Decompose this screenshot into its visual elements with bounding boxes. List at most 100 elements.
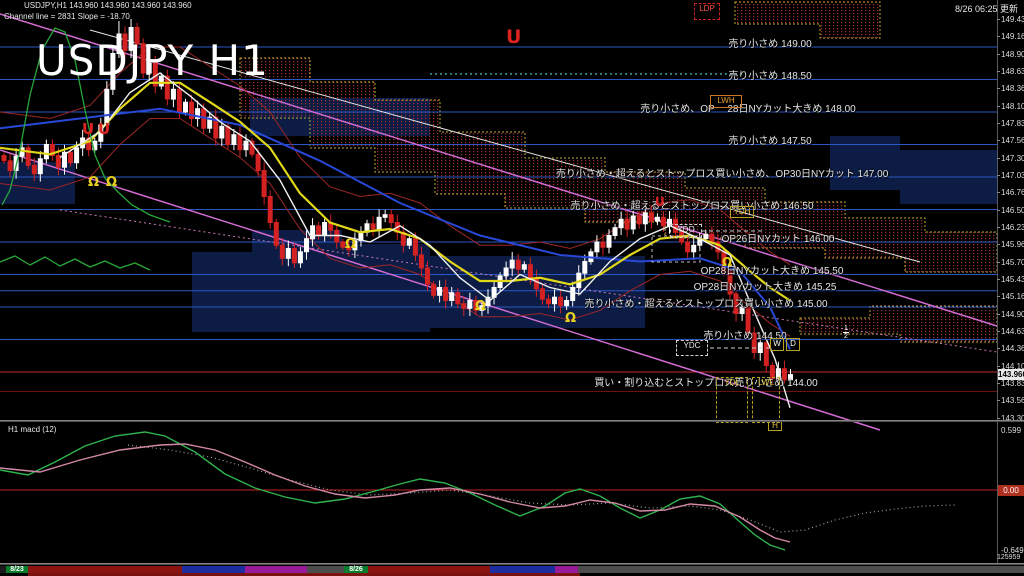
session-segment: 8/26 — [344, 566, 368, 573]
candle-body — [510, 260, 514, 268]
candle-body — [522, 265, 526, 270]
candle-body — [468, 301, 472, 309]
marker-box-ydl: YDL — [716, 377, 748, 423]
candle-body — [686, 242, 690, 252]
axis-tick — [997, 348, 1000, 349]
candle-body — [547, 299, 551, 304]
price-axis-label: 149.430 — [1001, 15, 1024, 24]
sell-signal-icon: U — [506, 28, 521, 47]
candle-body — [565, 301, 569, 306]
price-axis-label: 148.900 — [1001, 50, 1024, 59]
buy-signal-icon: Ω — [475, 300, 486, 313]
candle-body — [8, 161, 12, 171]
session-segment — [28, 566, 182, 573]
price-axis-label: 145.435 — [1001, 275, 1024, 284]
candle-body — [44, 145, 48, 159]
candle-body — [607, 236, 611, 248]
level-annotation: 売り小さめ、OP 28日NYカット大きめ 148.00 — [640, 100, 855, 115]
candle-body — [220, 126, 224, 138]
macd-main-line — [0, 432, 785, 550]
axis-tick — [997, 418, 1000, 419]
candle-body — [643, 213, 647, 224]
axis-tick — [997, 383, 1000, 384]
fraction-top: 1 — [843, 325, 849, 333]
candle-body — [438, 288, 442, 296]
axis-separator-line — [997, 0, 998, 563]
candle-body — [383, 215, 387, 218]
candle-body — [655, 217, 659, 221]
buy-signal-icon: Ω — [88, 176, 99, 189]
candle-body — [595, 242, 599, 252]
price-axis-label: 147.835 — [1001, 119, 1024, 128]
axis-tick — [997, 244, 1000, 245]
session-segment — [182, 566, 245, 573]
panel-separator-upper[interactable] — [0, 420, 1024, 422]
axis-tick — [997, 279, 1000, 280]
price-axis-label: 146.765 — [1001, 188, 1024, 197]
axis-tick — [997, 175, 1000, 176]
half-fraction-marker: 12 — [843, 325, 849, 340]
candle-body — [298, 252, 302, 263]
panel-separator-lower[interactable] — [0, 563, 1024, 565]
trading-chart-window: USDJPY,H1 143.960 143.960 143.960 143.96… — [0, 0, 1024, 576]
buy-signal-icon: Ω — [722, 256, 732, 268]
candle-body — [534, 278, 538, 289]
symbol-ohlc-line: USDJPY,H1 143.960 143.960 143.960 143.96… — [24, 1, 192, 10]
buy-signal-icon: Ω — [345, 238, 356, 251]
indicator-axis-top: 0.599 — [1001, 426, 1021, 435]
axis-tick — [997, 54, 1000, 55]
candle-body — [413, 239, 417, 255]
candle-body — [625, 219, 629, 229]
axis-tick — [997, 192, 1000, 193]
candle-body — [377, 217, 381, 229]
candle-body — [692, 245, 696, 252]
channel-info-line: Channel line = 2831 Slope = -18.70 — [4, 12, 130, 21]
sell-signal-icon: U — [655, 196, 665, 208]
level-annotation: 売り小さめ 147.50 — [728, 132, 811, 147]
axis-tick — [997, 400, 1000, 401]
candle-body — [38, 159, 42, 174]
candle-body — [559, 297, 563, 305]
axis-tick — [997, 262, 1000, 263]
candle-body — [504, 268, 508, 276]
axis-tick — [997, 366, 1000, 367]
watermark-title: USDJPY H1 — [36, 36, 269, 85]
axis-tick — [997, 314, 1000, 315]
sell-signal-icon: U — [98, 122, 110, 137]
candle-body — [619, 219, 623, 227]
candle-body — [32, 165, 36, 173]
level-annotation: 売り小さめ・超えるとストップロス買い小さめ 145.00 — [584, 295, 827, 310]
axis-tick — [997, 88, 1000, 89]
session-segment — [490, 566, 555, 573]
session-timeline-bar: 8/23 8/26 — [0, 566, 1024, 573]
candle-body — [419, 255, 423, 268]
candle-body — [2, 156, 6, 161]
candle-body — [432, 284, 436, 295]
candle-body — [311, 226, 315, 239]
indicator-zero-tag: 0.00 — [998, 485, 1024, 496]
candle-body — [710, 234, 714, 242]
session-date-label: 8/23 — [6, 566, 28, 573]
candle-body — [637, 216, 641, 224]
buy-signal-icon: Ω — [106, 176, 117, 189]
current-price-tag: 143.960 — [998, 369, 1024, 380]
level-annotation: 買い・割り込むとストップロス売り小さめ 144.00 — [594, 374, 817, 389]
indicator-label: H1 macd (12) — [8, 425, 56, 434]
candle-body — [553, 297, 557, 304]
session-date-label: 8/26 — [344, 566, 368, 573]
axis-tick — [997, 296, 1000, 297]
chart-canvas[interactable] — [0, 0, 1024, 576]
macd-signal-line — [0, 444, 790, 542]
axis-tick — [997, 19, 1000, 20]
candle-body — [661, 217, 665, 225]
candle-body — [371, 224, 375, 229]
candle-body — [462, 304, 466, 309]
candle-body — [268, 197, 272, 223]
candle-body — [323, 223, 327, 236]
price-axis-label: 144.630 — [1001, 327, 1024, 336]
marker-box-lwl: LWL — [752, 377, 780, 423]
candle-body — [286, 249, 290, 259]
level-annotation: 売り小さめ・超えるとストップロス買い小さめ、OP30日NYカット 147.00 — [556, 165, 889, 180]
candle-body — [305, 239, 309, 252]
price-axis-label: 148.635 — [1001, 67, 1024, 76]
